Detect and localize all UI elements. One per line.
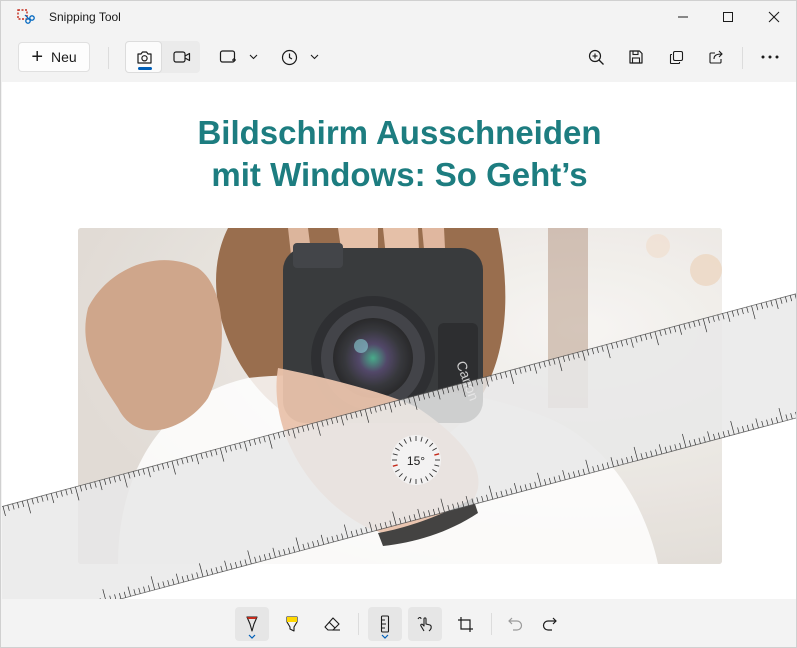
- toolbar-divider: [742, 47, 743, 69]
- crop-icon: [457, 616, 473, 632]
- eraser-tool[interactable]: [315, 607, 349, 641]
- ruler-icon: [380, 615, 390, 633]
- highlighter-icon: [286, 616, 298, 632]
- more-options-button[interactable]: [753, 41, 787, 73]
- main-toolbar: + Neu: [1, 37, 796, 77]
- copy-button[interactable]: [659, 41, 693, 73]
- window-title: Snipping Tool: [49, 10, 121, 24]
- more-icon: [761, 55, 779, 59]
- ruler-angle-dial[interactable]: 15°: [391, 435, 441, 485]
- delay-timer-dropdown[interactable]: [275, 41, 325, 73]
- toolbar-divider: [358, 613, 359, 635]
- active-mode-indicator: [138, 67, 152, 70]
- snipping-tool-window: Snipping Tool + Neu Bildschirm Ausschnei…: [0, 0, 797, 648]
- maximize-button[interactable]: [705, 1, 751, 33]
- ruler-overlay[interactable]: 15°: [2, 82, 797, 599]
- markup-toolbar: [1, 599, 796, 647]
- close-icon: [768, 11, 780, 23]
- snipping-tool-app-icon: [17, 9, 35, 24]
- ruler-angle-label: 15°: [407, 454, 425, 468]
- save-icon: [629, 50, 643, 64]
- minimize-icon: [678, 16, 688, 18]
- undo-button[interactable]: [498, 607, 532, 641]
- touch-writing-tool[interactable]: [408, 607, 442, 641]
- ballpoint-pen-tool[interactable]: [235, 607, 269, 641]
- screenshot-mode-button[interactable]: [125, 41, 162, 73]
- minimize-button[interactable]: [660, 1, 706, 33]
- chevron-down-icon: [249, 54, 257, 60]
- maximize-icon: [723, 12, 733, 22]
- highlighter-tool[interactable]: [275, 607, 309, 641]
- snip-canvas[interactable]: Bildschirm Ausschneiden mit Windows: So …: [2, 82, 797, 599]
- pen-icon: [246, 616, 258, 632]
- new-label: Neu: [51, 49, 77, 65]
- close-button[interactable]: [751, 1, 796, 33]
- copy-icon: [669, 50, 683, 64]
- plus-icon: +: [31, 46, 43, 68]
- share-button[interactable]: [699, 41, 733, 73]
- toolbar-divider: [491, 613, 492, 635]
- timer-icon: [281, 49, 298, 65]
- video-mode-button[interactable]: [163, 41, 200, 73]
- ruler-tool[interactable]: [368, 607, 402, 641]
- new-snip-button[interactable]: + Neu: [18, 42, 90, 72]
- camera-icon: [137, 51, 152, 64]
- crop-tool[interactable]: [448, 607, 482, 641]
- title-bar[interactable]: Snipping Tool: [1, 1, 796, 33]
- share-icon: [709, 50, 723, 64]
- chevron-down-icon: [381, 634, 389, 639]
- redo-button[interactable]: [533, 607, 567, 641]
- undo-icon: [508, 617, 523, 631]
- toolbar-divider: [108, 47, 109, 69]
- zoom-button[interactable]: [579, 41, 613, 73]
- capture-mode-switch: [125, 41, 200, 73]
- zoom-in-icon: [588, 49, 604, 65]
- rectangle-snip-icon: [219, 50, 236, 63]
- touch-writing-icon: [417, 617, 432, 632]
- snip-shape-dropdown[interactable]: [213, 41, 263, 73]
- save-button[interactable]: [619, 41, 653, 73]
- video-icon: [173, 51, 191, 63]
- chevron-down-icon: [310, 54, 319, 60]
- eraser-icon: [324, 617, 340, 631]
- chevron-down-icon: [248, 634, 256, 639]
- redo-icon: [542, 617, 557, 631]
